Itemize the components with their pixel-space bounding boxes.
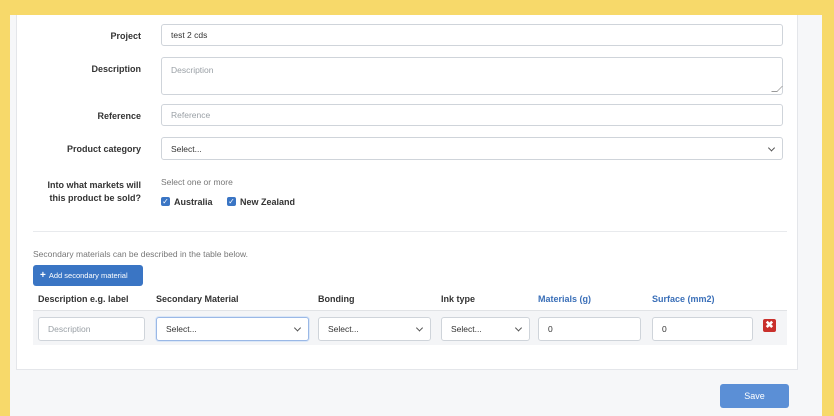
new-zealand-label: New Zealand [240,197,296,207]
markets-label-line2: this product be sold? [49,193,142,203]
header-surface[interactable]: Surface (mm2) [652,294,715,304]
header-description: Description e.g. label [38,294,129,304]
markets-label: Into what markets will this product be s… [27,179,141,205]
row-bonding-value: Select... [328,324,359,334]
section-divider [33,231,787,232]
australia-label: Australia [174,197,213,207]
plus-icon: + [40,270,46,281]
row-description-input[interactable]: Description [38,317,145,341]
chevron-down-icon [293,324,302,332]
reference-input[interactable]: Reference [161,104,783,126]
new-zealand-checkbox[interactable]: ✓ [227,197,236,206]
description-label: Description [91,64,141,74]
project-input[interactable]: test 2 cds [161,24,783,46]
project-label: Project [110,31,141,41]
row-secondary-material-select[interactable]: Select... [156,317,309,341]
product-category-value: Select... [171,143,202,154]
chevron-down-icon [514,324,523,332]
markets-hint: Select one or more [161,177,233,187]
row-ink-type-value: Select... [451,324,482,334]
row-surface-input[interactable]: 0 [652,317,753,341]
product-form-card: Project test 2 cds Description Descripti… [16,15,798,370]
header-ink-type: Ink type [441,294,476,304]
description-textarea[interactable]: Description [161,57,783,95]
australia-checkbox[interactable]: ✓ [161,197,170,206]
row-materials-g-input[interactable]: 0 [538,317,641,341]
header-secondary-material: Secondary Material [156,294,239,304]
header-bonding: Bonding [318,294,355,304]
add-secondary-material-button[interactable]: + Add secondary material [33,265,143,286]
description-placeholder: Description [171,65,214,75]
chevron-down-icon [415,324,424,332]
row-ink-type-select[interactable]: Select... [441,317,530,341]
row-bonding-select[interactable]: Select... [318,317,431,341]
secondary-intro: Secondary materials can be described in … [33,249,248,259]
product-category-label: Product category [66,144,141,154]
delete-row-icon[interactable]: ✖ [763,319,776,332]
page: Project test 2 cds Description Descripti… [10,15,822,416]
add-secondary-material-label: Add secondary material [48,271,128,280]
header-materials-g[interactable]: Materials (g) [538,294,591,304]
markets-label-line1: Into what markets will [47,180,141,190]
row-secondary-material-value: Select... [166,324,197,334]
product-category-select[interactable]: Select... [161,137,783,160]
chevron-down-icon [767,143,776,152]
resize-handle-icon[interactable] [771,86,783,92]
reference-label: Reference [97,111,141,121]
save-button[interactable]: Save [720,384,789,408]
